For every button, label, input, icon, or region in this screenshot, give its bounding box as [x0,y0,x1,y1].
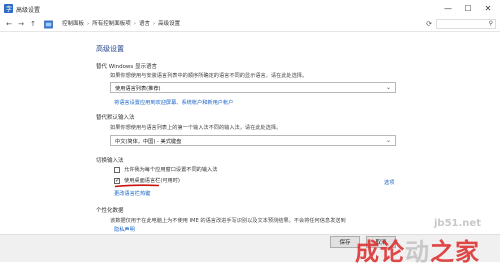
breadcrumb-item[interactable]: 语言 [139,21,150,27]
dropdown-value: 使用语言列表(推荐) [115,86,161,92]
control-panel-icon [44,20,53,29]
chevron-down-icon: ⌄ [385,137,391,144]
search-icon: ⚲ [488,20,493,27]
section-description: 如果你想使用与语言列表上的第一个输入法不同的输入法，请在此处选择。 [110,125,282,131]
red-underline-annotation [114,184,160,188]
section-description: 如果你想使用与安装语言列表中的顺序所确定的语言不同的显示语言，请在此处选择。 [110,73,308,79]
forward-arrow-icon[interactable]: → [16,20,26,29]
site-watermark: jb51.net [434,218,481,229]
minimize-button[interactable]: — [440,2,456,15]
main-content: 高级设置 替代 Windows 显示语言 如果你想使用与安装语言列表中的顺序所确… [0,32,500,233]
section-title-switch-input: 切换输入法 [96,158,124,164]
breadcrumb: 控制面板 › 所有控制面板项 › 语言 › 高级设置 [62,20,180,29]
close-button[interactable]: ✕ [480,2,496,15]
breadcrumb-separator: › [152,21,156,27]
breadcrumb-separator: › [133,21,136,27]
privacy-statement-link[interactable]: 隐私声明 [114,226,135,233]
change-hotkeys-link[interactable]: 更改语言栏热键 [114,190,150,197]
chevron-down-icon: ⌄ [385,84,391,91]
display-language-dropdown[interactable]: 使用语言列表(推荐) ⌄ [110,82,396,93]
maximize-button[interactable]: ☐ [460,2,476,15]
breadcrumb-item[interactable]: 高级设置 [158,21,180,27]
up-arrow-icon[interactable]: ↑ [28,20,38,29]
search-input[interactable]: ⚲ [436,19,496,29]
checkbox-label: 允许我为每个应用窗口设置不同的输入法 [124,167,218,173]
section-title-input-method: 替代默认输入法 [96,115,135,121]
breadcrumb-item[interactable]: 控制面板 [62,21,84,27]
svg-text:字: 字 [6,4,12,13]
input-method-dropdown[interactable]: 中文(简体，中国) - 美式键盘 ⌄ [110,135,396,146]
per-app-input-checkbox[interactable] [114,167,120,173]
refresh-icon[interactable]: ⟳ [424,19,434,29]
apply-language-settings-link[interactable]: 将语言设置应用到欢迎屏幕、系统帐户和新用户帐户 [114,99,233,106]
title-bar: 字 高级设置 — ☐ ✕ [0,0,500,17]
section-title-personalization: 个性化数据 [96,208,124,214]
language-bar-options-link[interactable]: 选项 [384,179,394,186]
address-bar: ← → ↑ 控制面板 › 所有控制面板项 › 语言 › 高级设置 ⟳ ⚲ [0,17,500,32]
section-description: 该数据仅用于在此电脑上为不使用 IME 的语言改进手写识别以及文本预测结果。不会… [110,218,346,224]
page-title: 高级设置 [96,45,124,53]
breadcrumb-separator: › [87,21,90,27]
language-app-icon: 字 [4,4,13,13]
breadcrumb-item[interactable]: 所有控制面板项 [92,21,131,27]
section-title-display-language: 替代 Windows 显示语言 [96,64,158,70]
watermark-text: 成论动之家 [355,237,480,266]
window-title: 高级设置 [16,7,41,14]
dropdown-value: 中文(简体，中国) - 美式键盘 [115,139,182,145]
back-arrow-icon[interactable]: ← [4,20,14,29]
